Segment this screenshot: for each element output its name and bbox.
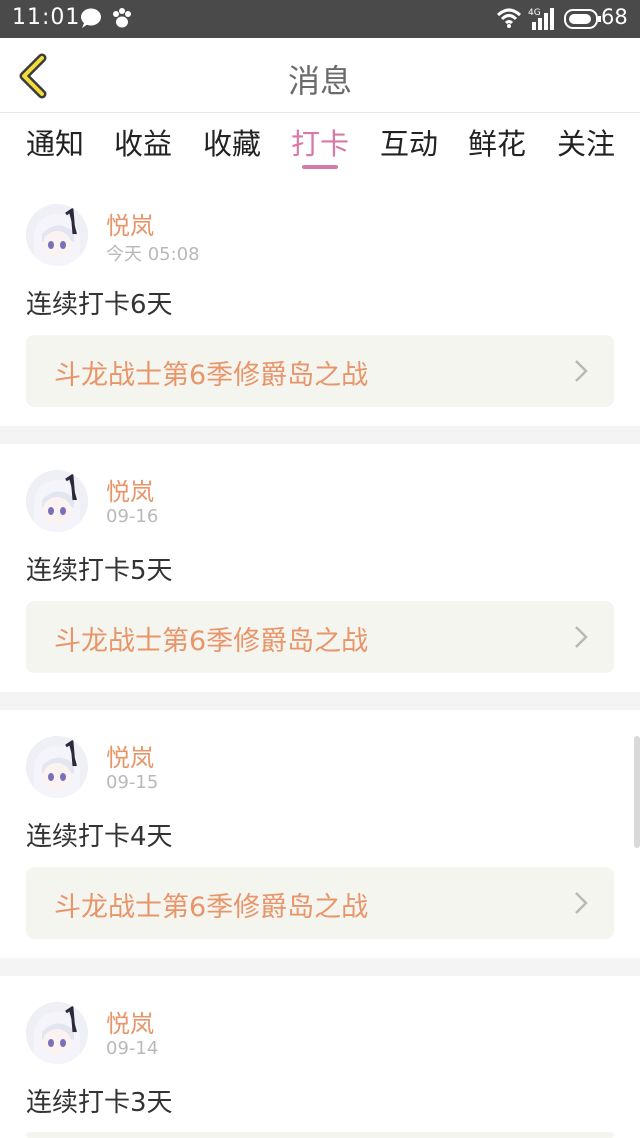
chevron-right-icon (575, 892, 588, 914)
tab-earnings[interactable]: 收益 (114, 121, 172, 163)
checkin-text: 连续打卡4天 (26, 822, 173, 852)
tab-interactions[interactable]: 互动 (380, 121, 438, 163)
message-bubble-icon (80, 8, 102, 28)
message-time: 今天 05:08 (106, 244, 200, 265)
anime-girl-avatar-icon (26, 1002, 88, 1064)
message-time: 09-15 (106, 772, 159, 793)
anime-girl-avatar-icon (26, 470, 88, 532)
tab-following[interactable]: 关注 (557, 121, 615, 163)
network-label: 4G (528, 8, 541, 18)
avatar[interactable] (26, 470, 88, 532)
separator (0, 692, 640, 710)
active-tab-indicator (302, 165, 338, 169)
page-title: 消息 (287, 62, 352, 100)
battery-icon (564, 9, 602, 29)
checkin-text: 连续打卡6天 (26, 290, 173, 320)
chevron-right-icon (575, 626, 588, 648)
status-bar: 11:01 4G 68 (0, 0, 640, 38)
battery-level: 68 (601, 5, 628, 29)
message-time: 09-16 (106, 506, 159, 527)
paw-icon (110, 6, 134, 30)
username[interactable]: 悦岚 (106, 1004, 154, 1039)
avatar[interactable] (26, 736, 88, 798)
show-link-title: 斗龙战士第6季修爵岛之战 (54, 360, 369, 391)
show-link[interactable]: 斗龙战士第6季修爵岛之战 (26, 335, 614, 407)
list-item: 悦岚 今天 05:08 连续打卡6天 斗龙战士第6季修爵岛之战 (0, 178, 640, 426)
avatar[interactable] (26, 204, 88, 266)
show-link[interactable]: 斗龙战士第6季修爵岛之战 (26, 867, 614, 939)
separator (0, 958, 640, 976)
list-item: 悦岚 09-16 连续打卡5天 斗龙战士第6季修爵岛之战 (0, 444, 640, 692)
wifi-icon (496, 7, 522, 29)
scrollbar[interactable] (634, 736, 640, 848)
signal-icon: 4G (528, 6, 558, 30)
separator (0, 426, 640, 444)
show-link-title: 斗龙战士第6季修爵岛之战 (54, 892, 369, 923)
tab-notifications[interactable]: 通知 (26, 121, 84, 163)
tab-checkin[interactable]: 打卡 (291, 121, 349, 163)
nav-bar: 消息 (0, 38, 640, 113)
show-link[interactable]: 斗龙战士第6季修爵岛之战 (26, 601, 614, 673)
message-time: 09-14 (106, 1038, 159, 1059)
anime-girl-avatar-icon (26, 204, 88, 266)
list-item: 悦岚 09-14 连续打卡3天 (0, 976, 640, 1138)
username[interactable]: 悦岚 (106, 472, 154, 507)
list-item: 悦岚 09-15 连续打卡4天 斗龙战士第6季修爵岛之战 (0, 710, 640, 958)
avatar[interactable] (26, 1002, 88, 1064)
tab-flowers[interactable]: 鲜花 (468, 121, 526, 163)
status-time: 11:01 (12, 5, 81, 30)
username[interactable]: 悦岚 (106, 206, 154, 241)
anime-girl-avatar-icon (26, 736, 88, 798)
show-link-title: 斗龙战士第6季修爵岛之战 (54, 626, 369, 657)
chevron-right-icon (575, 360, 588, 382)
tab-favorites[interactable]: 收藏 (203, 121, 261, 163)
checkin-text: 连续打卡3天 (26, 1088, 173, 1118)
show-link[interactable] (26, 1132, 614, 1138)
username[interactable]: 悦岚 (106, 738, 154, 773)
checkin-text: 连续打卡5天 (26, 556, 173, 586)
